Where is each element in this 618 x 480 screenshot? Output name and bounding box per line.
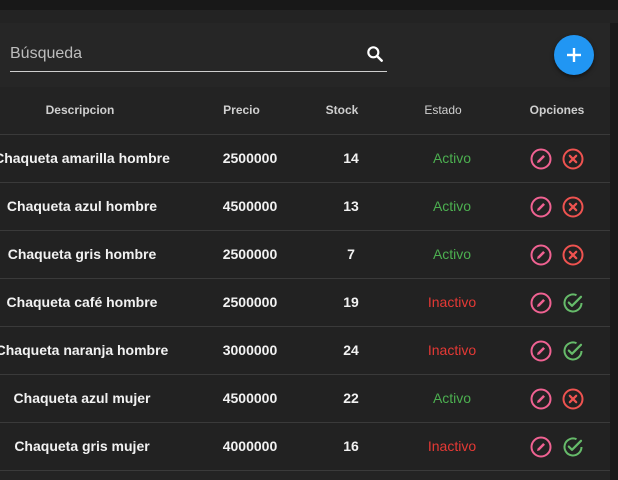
table-row: Chaqueta naranja hombre 3000000 24 Inact… [0,327,610,375]
products-panel: Búsqueda Descripcion Precio Stock Estado… [0,23,610,480]
table-body: Chaqueta amarilla hombre 2500000 14 Acti… [0,135,610,471]
app-top-bar [0,0,618,10]
deactivate-button[interactable] [562,196,584,218]
table-row: Chaqueta gris hombre 2500000 7 Activo [0,231,610,279]
cell-estado: Inactivo [427,438,477,454]
close-circle-icon [562,244,584,269]
scrollbar-track[interactable] [610,23,618,480]
cell-stock: 16 [343,438,359,454]
table-toolbar: Búsqueda [0,23,610,87]
cell-precio: 4500000 [222,390,278,406]
cell-stock: 24 [343,342,359,358]
activate-button[interactable] [562,340,584,362]
cell-precio: 4000000 [222,438,278,454]
check-circle-icon [562,293,584,317]
activate-button[interactable] [562,436,584,458]
row-options [530,292,590,314]
edit-icon [530,436,552,461]
check-circle-icon [562,437,584,461]
edit-icon [530,196,552,221]
cell-estado: Activo [432,390,472,406]
edit-icon [530,292,552,317]
add-product-button[interactable] [554,35,594,75]
activate-button[interactable] [562,292,584,314]
cell-descripcion: Chaqueta gris mujer [14,438,150,454]
column-header-descripcion[interactable]: Descripcion [0,87,160,134]
column-header-stock[interactable]: Stock [311,87,373,134]
edit-icon [530,388,552,413]
top-gap [0,10,618,23]
search-icon[interactable] [365,44,385,64]
cell-precio: 4500000 [222,198,278,214]
edit-icon [530,244,552,269]
deactivate-button[interactable] [562,388,584,410]
cell-estado: Activo [432,198,472,214]
edit-button[interactable] [530,340,552,362]
cell-descripcion: Chaqueta azul hombre [6,198,158,214]
search-input[interactable]: Búsqueda [10,45,82,63]
cell-estado: Activo [432,246,472,262]
cell-stock: 7 [347,246,355,262]
edit-icon [530,148,552,173]
plus-icon [567,48,581,62]
cell-estado: Activo [432,150,472,166]
table-row: Chaqueta café hombre 2500000 19 Inactivo [0,279,610,327]
close-circle-icon [562,148,584,173]
products-table: Descripcion Precio Stock Estado Opciones… [0,87,610,471]
cell-precio: 2500000 [222,150,278,166]
cell-stock: 22 [343,390,359,406]
cell-estado: Inactivo [427,342,477,358]
close-circle-icon [562,196,584,221]
table-row: Chaqueta azul mujer 4500000 22 Activo [0,375,610,423]
cell-estado: Inactivo [427,294,477,310]
edit-button[interactable] [530,436,552,458]
deactivate-button[interactable] [562,148,584,170]
table-row: Chaqueta amarilla hombre 2500000 14 Acti… [0,135,610,183]
edit-button[interactable] [530,148,552,170]
cell-precio: 2500000 [222,294,278,310]
table-row: Chaqueta gris mujer 4000000 16 Inactivo [0,423,610,471]
cell-descripcion: Chaqueta café hombre [6,294,158,310]
row-options [530,148,590,170]
cell-stock: 19 [343,294,359,310]
table-header: Descripcion Precio Stock Estado Opciones [0,87,610,135]
check-circle-icon [562,341,584,365]
cell-precio: 2500000 [222,246,278,262]
cell-descripcion: Chaqueta azul mujer [13,390,151,406]
edit-icon [530,340,552,365]
row-options [530,196,590,218]
row-options [530,436,590,458]
edit-button[interactable] [530,244,552,266]
column-header-opciones: Opciones [529,103,585,117]
search-field[interactable]: Búsqueda [10,39,387,72]
close-circle-icon [562,388,584,413]
edit-button[interactable] [530,388,552,410]
table-row: Chaqueta azul hombre 4500000 13 Activo [0,183,610,231]
cell-precio: 3000000 [222,342,278,358]
cell-descripcion: Chaqueta gris hombre [7,246,157,262]
row-options [530,244,590,266]
edit-button[interactable] [530,196,552,218]
column-header-estado[interactable]: Estado [402,87,484,134]
row-options [530,388,590,410]
column-header-precio[interactable]: Precio [200,87,283,134]
cell-descripcion: Chaqueta naranja hombre [0,342,169,358]
cell-descripcion: Chaqueta amarilla hombre [0,150,170,166]
edit-button[interactable] [530,292,552,314]
cell-stock: 14 [343,150,359,166]
row-options [530,340,590,362]
cell-stock: 13 [343,198,359,214]
deactivate-button[interactable] [562,244,584,266]
